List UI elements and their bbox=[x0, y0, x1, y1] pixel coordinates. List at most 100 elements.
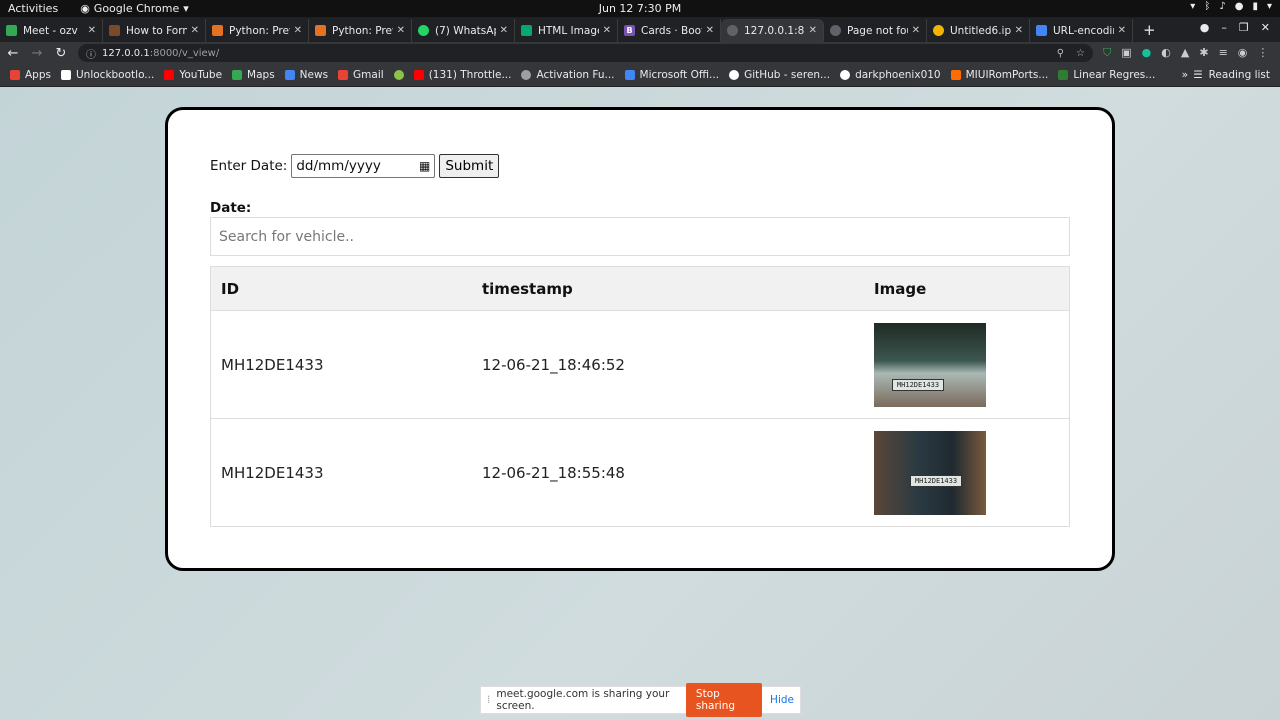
drag-handle-icon[interactable]: ⁞ bbox=[487, 694, 490, 706]
bookmark-label: (131) Throttle... bbox=[428, 69, 512, 81]
tab-active[interactable]: 127.0.0.1:800 ✕ bbox=[721, 19, 824, 42]
extension-icon[interactable]: ▲ bbox=[1181, 46, 1189, 60]
system-tray[interactable]: ▾ ᛒ ♪ ● ▮ ▾ bbox=[1190, 1, 1272, 12]
bookmark-label: Maps bbox=[247, 69, 275, 81]
cell-image: MH12DE1433 bbox=[864, 322, 986, 407]
tab[interactable]: Meet - ozv ✕ bbox=[0, 19, 103, 42]
close-icon[interactable]: ✕ bbox=[1015, 25, 1023, 36]
bookmark[interactable]: Microsoft Offi... bbox=[624, 69, 719, 81]
bookmark[interactable]: Activation Fu... bbox=[521, 69, 615, 81]
maximize-icon[interactable]: ❐ bbox=[1239, 21, 1249, 34]
bookmark-favicon bbox=[1058, 70, 1069, 80]
bookmark-maps[interactable]: Maps bbox=[232, 69, 275, 81]
column-header-timestamp[interactable]: timestamp bbox=[472, 280, 864, 298]
media-icon[interactable]: ≡ bbox=[1219, 46, 1228, 60]
close-icon[interactable]: ✕ bbox=[1118, 25, 1126, 36]
close-icon[interactable]: ✕ bbox=[294, 25, 302, 36]
bookmark-apps[interactable]: Apps bbox=[10, 69, 51, 81]
close-icon[interactable]: ✕ bbox=[500, 25, 508, 36]
page-content: Enter Date: dd/mm/yyyy ▦ Submit Date: Se… bbox=[0, 87, 1280, 720]
clock[interactable]: Jun 12 7:30 PM bbox=[0, 2, 1280, 15]
bookmark[interactable]: Linear Regres... bbox=[1058, 69, 1155, 81]
reload-icon[interactable]: ↻ bbox=[50, 46, 72, 61]
search-input[interactable]: Search for vehicle.. bbox=[210, 217, 1070, 256]
tab[interactable]: Python: Prev ✕ bbox=[309, 19, 412, 42]
close-icon[interactable]: ✕ bbox=[912, 25, 920, 36]
close-icon[interactable]: ✕ bbox=[809, 25, 817, 36]
tab-favicon bbox=[727, 25, 738, 36]
reading-list[interactable]: ☰ Reading list bbox=[1193, 69, 1270, 81]
bookmark[interactable]: (131) Throttle... bbox=[413, 69, 512, 81]
close-icon[interactable]: ✕ bbox=[603, 25, 611, 36]
tab[interactable]: How to Form ✕ bbox=[103, 19, 206, 42]
kebab-menu-icon[interactable]: ⋮ bbox=[1257, 46, 1268, 60]
close-icon[interactable]: ✕ bbox=[191, 25, 199, 36]
table-row: MH12DE1433 12-06-21_18:46:52 MH12DE1433 bbox=[211, 310, 1069, 418]
close-window-icon[interactable]: ✕ bbox=[1261, 21, 1270, 34]
hide-button[interactable]: Hide bbox=[770, 694, 794, 706]
submit-button[interactable]: Submit bbox=[439, 154, 500, 178]
tab-title: Untitled6.ipy bbox=[950, 24, 1011, 37]
bookmark-label: Apps bbox=[25, 69, 51, 81]
extension-icon[interactable]: ▣ bbox=[1121, 46, 1131, 60]
cell-timestamp: 12-06-21_18:46:52 bbox=[482, 355, 625, 374]
vehicle-image[interactable]: MH12DE1433 bbox=[874, 322, 986, 407]
tab-search-icon[interactable]: ● bbox=[1200, 21, 1210, 34]
vehicle-image[interactable]: MH12DE1433 bbox=[874, 430, 986, 515]
bookmark-star-icon[interactable]: ☆ bbox=[1076, 48, 1085, 59]
app-menu[interactable]: ◉ Google Chrome ▾ bbox=[80, 2, 189, 15]
bookmark-gmail[interactable]: Gmail bbox=[338, 69, 384, 81]
miui-icon bbox=[950, 70, 961, 80]
main-card: Enter Date: dd/mm/yyyy ▦ Submit Date: Se… bbox=[165, 107, 1115, 571]
vehicle-table: ID timestamp Image MH12DE1433 12-06-21_1… bbox=[210, 266, 1070, 527]
youtube-icon bbox=[164, 70, 175, 80]
tab-title: Page not fou bbox=[847, 24, 908, 37]
puzzle-icon[interactable]: ✱ bbox=[1199, 46, 1208, 60]
license-plate: MH12DE1433 bbox=[910, 474, 962, 487]
reading-list-label: Reading list bbox=[1208, 69, 1270, 81]
close-icon[interactable]: ✕ bbox=[397, 25, 405, 36]
bookmark-leaf[interactable] bbox=[393, 70, 404, 80]
tab[interactable]: URL-encodin ✕ bbox=[1030, 19, 1133, 42]
extensions-area: ⛉ ▣ ● ◐ ▲ ✱ ≡ ◉ ⋮ bbox=[1103, 46, 1268, 60]
tab-favicon bbox=[830, 25, 841, 36]
forward-icon[interactable]: → bbox=[26, 46, 48, 61]
profile-avatar[interactable]: ◉ bbox=[1238, 46, 1248, 60]
bookmark-news[interactable]: News bbox=[284, 69, 328, 81]
bookmark[interactable]: GitHub - seren... bbox=[729, 69, 830, 81]
close-icon[interactable]: ✕ bbox=[706, 25, 714, 36]
tab[interactable]: (7) WhatsApp ✕ bbox=[412, 19, 515, 42]
tab-title: 127.0.0.1:800 bbox=[744, 24, 805, 37]
new-tab-button[interactable]: + bbox=[1143, 21, 1156, 39]
chevron-down-icon: ▾ bbox=[183, 2, 189, 15]
activities-button[interactable]: Activities bbox=[8, 2, 58, 15]
bookmark-youtube[interactable]: YouTube bbox=[164, 69, 222, 81]
tab[interactable]: B Cards · Boots ✕ bbox=[618, 19, 721, 42]
url-path: :8000/v_view/ bbox=[149, 47, 220, 59]
extension-icon[interactable]: ◐ bbox=[1161, 46, 1171, 60]
tab[interactable]: HTML Image ✕ bbox=[515, 19, 618, 42]
column-header-id[interactable]: ID bbox=[211, 280, 472, 298]
minimize-icon[interactable]: – bbox=[1221, 21, 1227, 34]
bookmark[interactable]: darkphoenix010 bbox=[840, 69, 941, 81]
more-bookmarks-icon[interactable]: » bbox=[1182, 69, 1188, 81]
calendar-icon[interactable]: ▦ bbox=[419, 159, 430, 173]
close-icon[interactable]: ✕ bbox=[88, 25, 96, 36]
wifi-icon: ▾ bbox=[1190, 1, 1196, 12]
bookmark[interactable]: MIUIRomPorts... bbox=[950, 69, 1048, 81]
back-icon[interactable]: ← bbox=[2, 46, 24, 61]
bookmark[interactable]: Unlockbootlo... bbox=[60, 69, 155, 81]
tab[interactable]: Python: Prev ✕ bbox=[206, 19, 309, 42]
column-header-image[interactable]: Image bbox=[864, 280, 926, 298]
tab[interactable]: Page not fou ✕ bbox=[824, 19, 927, 42]
address-bar[interactable]: ⓘ 127.0.0.1 :8000/v_view/ ⚲ ☆ bbox=[78, 44, 1093, 62]
date-input[interactable]: dd/mm/yyyy ▦ bbox=[291, 154, 436, 178]
zoom-icon[interactable]: ⚲ bbox=[1057, 48, 1064, 59]
grammarly-icon[interactable]: ● bbox=[1142, 46, 1152, 60]
shield-extension-icon[interactable]: ⛉ bbox=[1103, 46, 1111, 60]
table-header: ID timestamp Image bbox=[211, 267, 1069, 310]
tab[interactable]: Untitled6.ipy ✕ bbox=[927, 19, 1030, 42]
share-message: meet.google.com is sharing your screen. bbox=[496, 688, 670, 712]
bookmark-label: Unlockbootlo... bbox=[75, 69, 155, 81]
stop-sharing-button[interactable]: Stop sharing bbox=[685, 683, 763, 717]
